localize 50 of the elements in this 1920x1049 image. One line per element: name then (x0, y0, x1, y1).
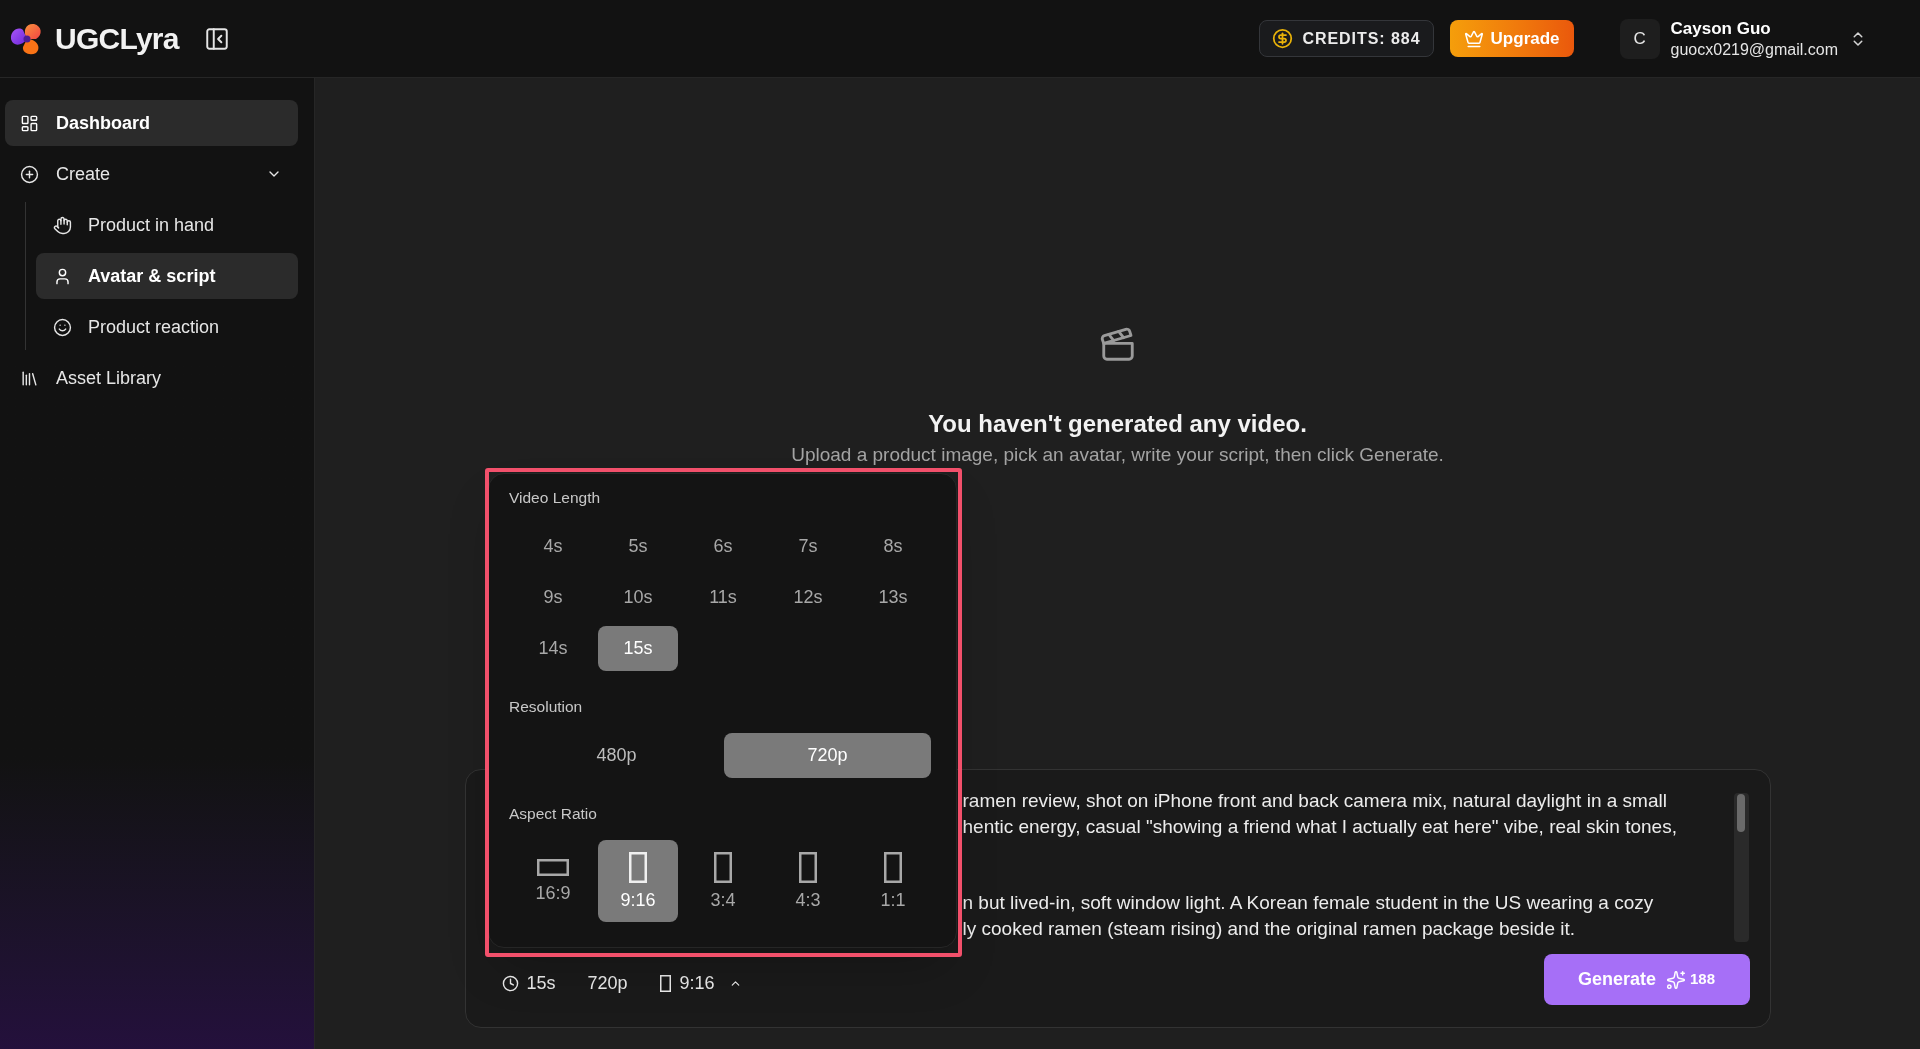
sidebar-item[interactable]: Create (5, 151, 298, 197)
crown-icon (1463, 28, 1484, 49)
user-email: guocx0219@gmail.com (1670, 39, 1838, 60)
duration-option[interactable]: 4s (513, 524, 593, 569)
hand-icon (53, 215, 72, 235)
sidebar-item[interactable]: Asset Library (5, 355, 298, 401)
sidebar-item[interactable]: Dashboard (5, 100, 298, 146)
smiley-icon (53, 317, 72, 337)
duration-option[interactable]: 5s (598, 524, 678, 569)
portrait-rectangle-icon (659, 974, 671, 992)
empty-state-title: You haven't generated any video. (928, 409, 1307, 439)
duration-option[interactable]: 15s (598, 626, 678, 671)
video-settings-button[interactable]: 15s 720p 9:16 (493, 971, 750, 995)
sidebar-subitem[interactable]: Avatar & script (36, 253, 298, 299)
duration-option[interactable]: 12s (768, 575, 848, 620)
resolution-option[interactable]: 480p (513, 733, 720, 778)
person-icon (53, 266, 72, 286)
aspect-ratio-option[interactable]: 16:9 (513, 840, 593, 922)
aspect-ratio-option[interactable]: 4:3 (768, 840, 848, 922)
user-avatar: C (1619, 18, 1660, 59)
duration-option[interactable]: 10s (598, 575, 678, 620)
clock-icon (501, 974, 519, 992)
aspect-ratio-option[interactable]: 1:1 (853, 840, 933, 922)
plus-circle-icon (20, 164, 39, 184)
empty-state-subtitle: Upload a product image, pick an avatar, write your script, then click Generate. (791, 444, 1444, 466)
section-label: Video Length (509, 488, 602, 508)
resolution-option[interactable]: 720p (724, 733, 931, 778)
user-name: Cayson Guo (1670, 17, 1772, 39)
sparkle-icon (1666, 969, 1686, 990)
sidebar-subitem[interactable]: Product reaction (36, 304, 298, 350)
section-label: Aspect Ratio (509, 804, 598, 824)
duration-option[interactable]: 14s (513, 626, 593, 671)
coin-icon (1272, 28, 1294, 49)
sidebar-subitem[interactable]: Product in hand (36, 202, 298, 248)
panel-collapse-icon (203, 25, 230, 52)
duration-option[interactable]: 7s (768, 524, 848, 569)
duration-option[interactable]: 11s (683, 575, 763, 620)
aspect-ratio-option[interactable]: 9:16 (598, 840, 678, 922)
aspect-ratio-option[interactable]: 3:4 (683, 840, 763, 922)
duration-option[interactable]: 8s (853, 524, 933, 569)
clapperboard-icon (1098, 326, 1137, 364)
brand-name: UGCLyra (55, 21, 179, 57)
credits-label: CREDITS: 884 (1302, 28, 1421, 49)
duration-option[interactable]: 13s (853, 575, 933, 620)
section-label: Resolution (509, 697, 584, 717)
duration-option[interactable]: 6s (683, 524, 763, 569)
grid-icon (20, 113, 39, 133)
scrollbar[interactable] (1733, 793, 1749, 942)
scrollbar-thumb[interactable] (1737, 794, 1745, 832)
duration-option[interactable]: 9s (513, 575, 593, 620)
